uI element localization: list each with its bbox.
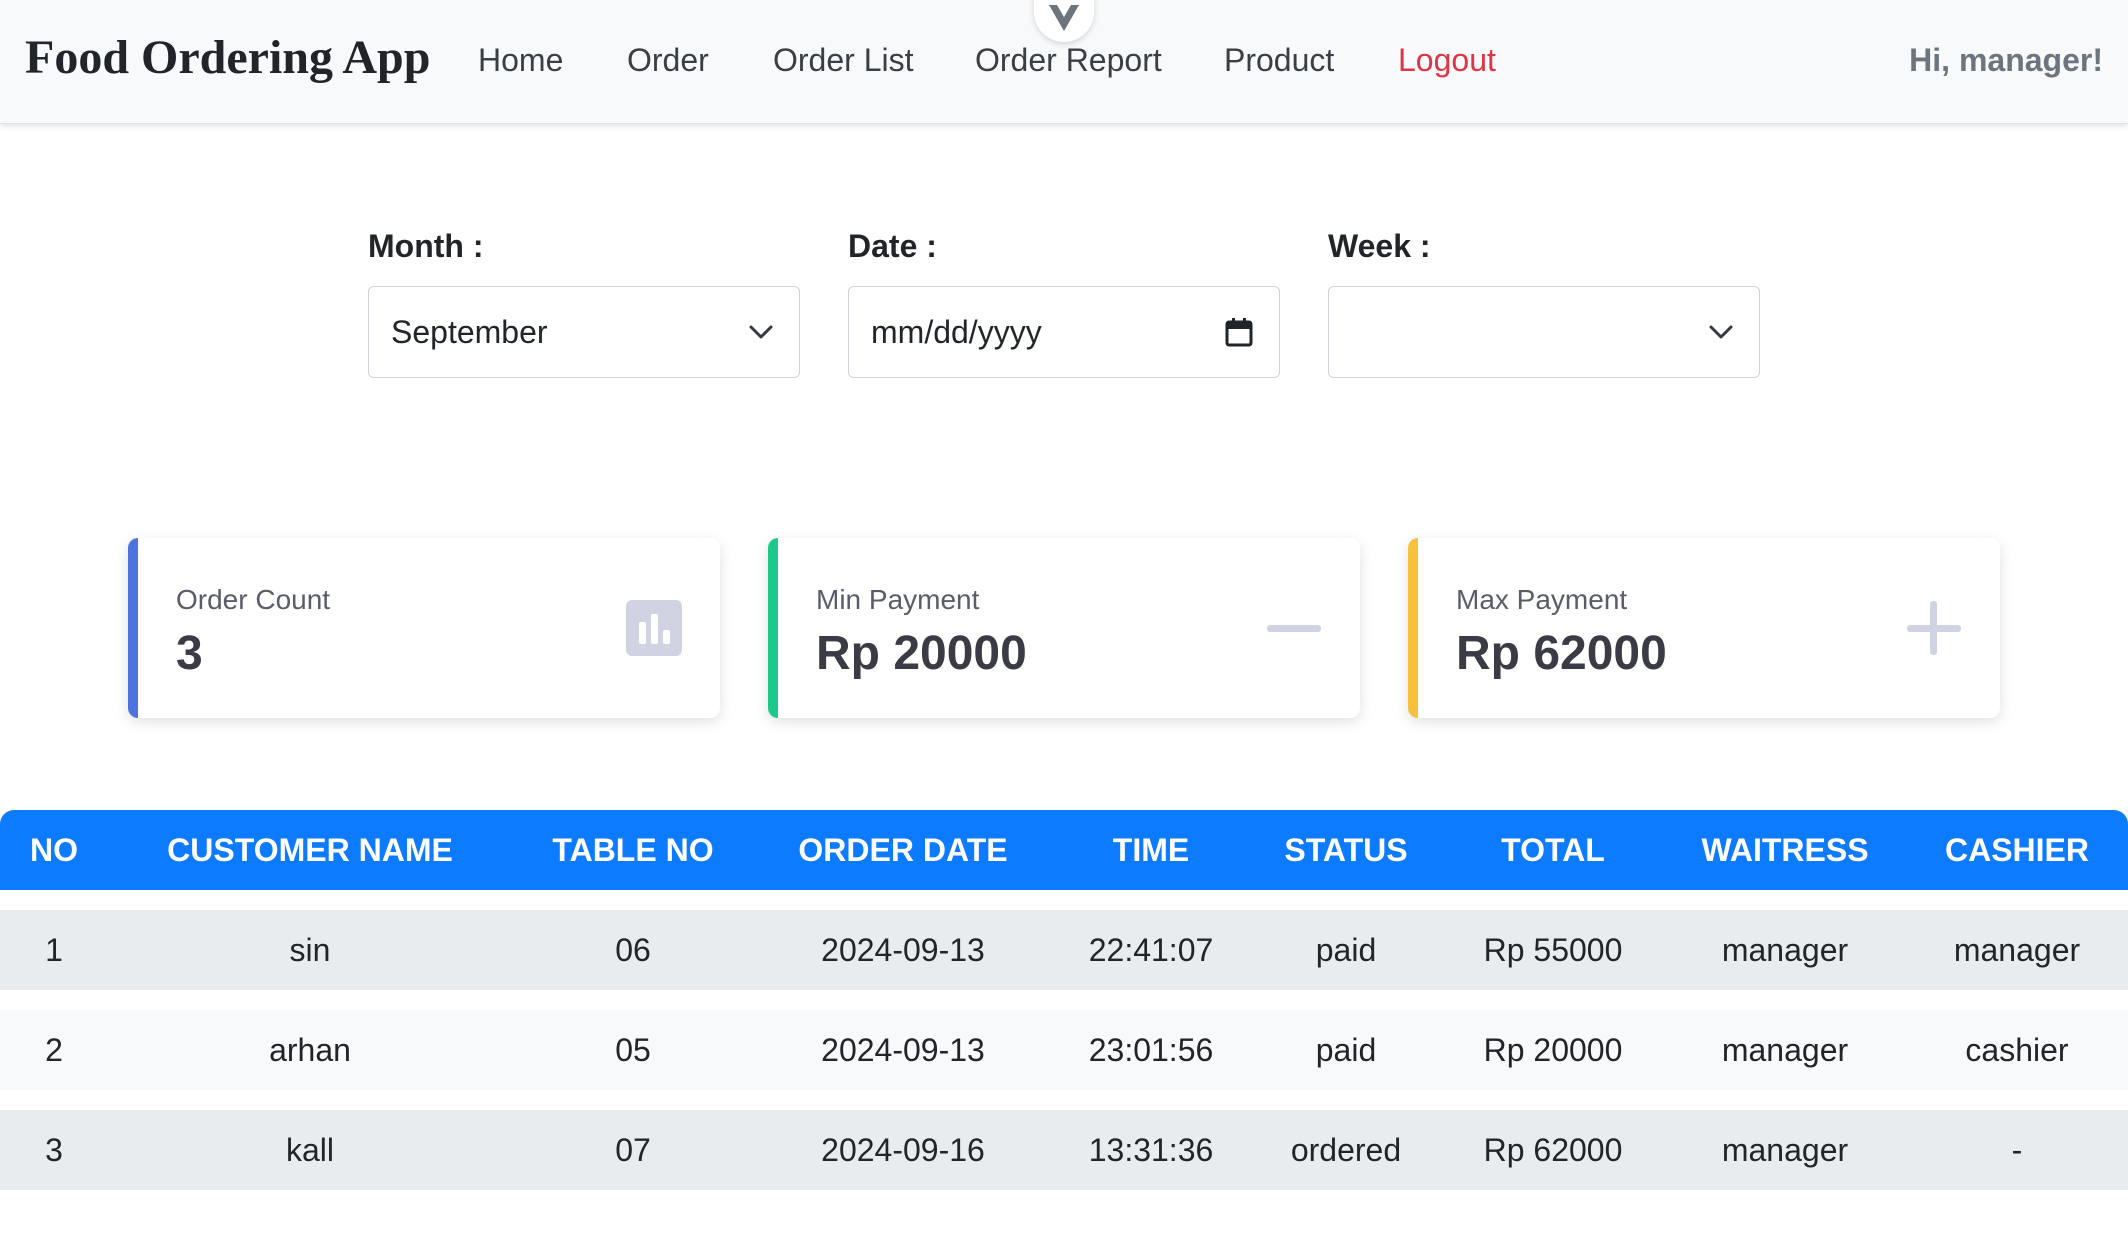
cell-order-date: 2024-09-13 bbox=[754, 910, 1052, 990]
navbar: Food Ordering App Home Order Order List … bbox=[0, 0, 2128, 124]
nav-home[interactable]: Home bbox=[478, 42, 563, 79]
cell-cashier: cashier bbox=[1906, 1010, 2128, 1090]
col-header-cashier[interactable]: CASHIER bbox=[1906, 810, 2128, 890]
cell-table-no: 06 bbox=[512, 910, 754, 990]
cell-customer-name: kall bbox=[108, 1110, 512, 1190]
plus-icon bbox=[1906, 600, 1962, 656]
cell-waitress: manager bbox=[1664, 1110, 1906, 1190]
cell-no: 3 bbox=[0, 1110, 108, 1190]
max-payment-label: Max Payment bbox=[1456, 584, 1628, 615]
nav-order-list[interactable]: Order List bbox=[773, 42, 913, 79]
cell-customer-name: sin bbox=[108, 910, 512, 990]
table-header-row: NO CUSTOMER NAME TABLE NO ORDER DATE TIM… bbox=[0, 810, 2128, 890]
table-row[interactable]: 2 arhan 05 2024-09-13 23:01:56 paid Rp 2… bbox=[0, 1010, 2128, 1090]
cell-status: paid bbox=[1250, 1010, 1442, 1090]
cell-waitress: manager bbox=[1664, 910, 1906, 990]
col-header-waitress[interactable]: WAITRESS bbox=[1664, 810, 1906, 890]
cell-cashier: manager bbox=[1906, 910, 2128, 990]
cell-status: ordered bbox=[1250, 1110, 1442, 1190]
date-input[interactable]: mm/dd/yyyy bbox=[848, 286, 1280, 378]
bar-chart-icon bbox=[626, 600, 682, 656]
cell-order-date: 2024-09-13 bbox=[754, 1010, 1052, 1090]
order-report-table: NO CUSTOMER NAME TABLE NO ORDER DATE TIM… bbox=[0, 810, 2128, 1210]
nav-order[interactable]: Order bbox=[627, 42, 709, 79]
week-select[interactable] bbox=[1328, 286, 1760, 378]
month-select-value: September bbox=[391, 313, 548, 350]
cell-total: Rp 62000 bbox=[1442, 1110, 1664, 1190]
min-payment-value: Rp 20000 bbox=[816, 627, 1027, 680]
order-count-label: Order Count bbox=[176, 584, 331, 615]
max-payment-value: Rp 62000 bbox=[1456, 627, 1667, 680]
cell-waitress: manager bbox=[1664, 1010, 1906, 1090]
cell-table-no: 05 bbox=[512, 1010, 754, 1090]
nav-logout[interactable]: Logout bbox=[1398, 42, 1496, 79]
cell-status: paid bbox=[1250, 910, 1442, 990]
cell-total: Rp 20000 bbox=[1442, 1010, 1664, 1090]
min-payment-card: Min Payment Rp 20000 bbox=[768, 538, 1360, 718]
cell-no: 1 bbox=[0, 910, 108, 990]
brand-title[interactable]: Food Ordering App bbox=[25, 30, 430, 85]
chevron-down-icon bbox=[1709, 325, 1733, 339]
week-label: Week : bbox=[1328, 228, 1431, 264]
max-payment-card: Max Payment Rp 62000 bbox=[1408, 538, 2000, 718]
calendar-icon[interactable] bbox=[1225, 317, 1253, 347]
user-greeting: Hi, manager! bbox=[1909, 42, 2103, 78]
col-header-customer-name[interactable]: CUSTOMER NAME bbox=[108, 810, 512, 890]
cell-table-no: 07 bbox=[512, 1110, 754, 1190]
cell-total: Rp 55000 bbox=[1442, 910, 1664, 990]
nav-order-report[interactable]: Order Report bbox=[975, 42, 1162, 79]
month-select[interactable]: September bbox=[368, 286, 800, 378]
cell-cashier: - bbox=[1906, 1110, 2128, 1190]
vue-devtools-tab[interactable] bbox=[1034, 0, 1094, 42]
order-count-value: 3 bbox=[176, 627, 203, 680]
col-header-time[interactable]: TIME bbox=[1052, 810, 1250, 890]
table-row[interactable]: 3 kall 07 2024-09-16 13:31:36 ordered Rp… bbox=[0, 1110, 2128, 1190]
cell-time: 13:31:36 bbox=[1052, 1110, 1250, 1190]
cell-customer-name: arhan bbox=[108, 1010, 512, 1090]
cell-time: 23:01:56 bbox=[1052, 1010, 1250, 1090]
col-header-table-no[interactable]: TABLE NO bbox=[512, 810, 754, 890]
date-input-placeholder: mm/dd/yyyy bbox=[871, 313, 1042, 350]
month-label: Month : bbox=[368, 228, 484, 264]
cell-time: 22:41:07 bbox=[1052, 910, 1250, 990]
table-row[interactable]: 1 sin 06 2024-09-13 22:41:07 paid Rp 550… bbox=[0, 910, 2128, 990]
chevron-down-icon bbox=[749, 325, 773, 339]
min-payment-label: Min Payment bbox=[816, 584, 980, 615]
order-count-card: Order Count 3 bbox=[128, 538, 720, 718]
col-header-total[interactable]: TOTAL bbox=[1442, 810, 1664, 890]
vue-logo-icon bbox=[1049, 5, 1079, 31]
minus-icon bbox=[1266, 600, 1322, 656]
date-label: Date : bbox=[848, 228, 937, 264]
col-header-order-date[interactable]: ORDER DATE bbox=[754, 810, 1052, 890]
cell-no: 2 bbox=[0, 1010, 108, 1090]
col-header-no[interactable]: NO bbox=[0, 810, 108, 890]
col-header-status[interactable]: STATUS bbox=[1250, 810, 1442, 890]
nav-product[interactable]: Product bbox=[1224, 42, 1334, 79]
cell-order-date: 2024-09-16 bbox=[754, 1110, 1052, 1190]
